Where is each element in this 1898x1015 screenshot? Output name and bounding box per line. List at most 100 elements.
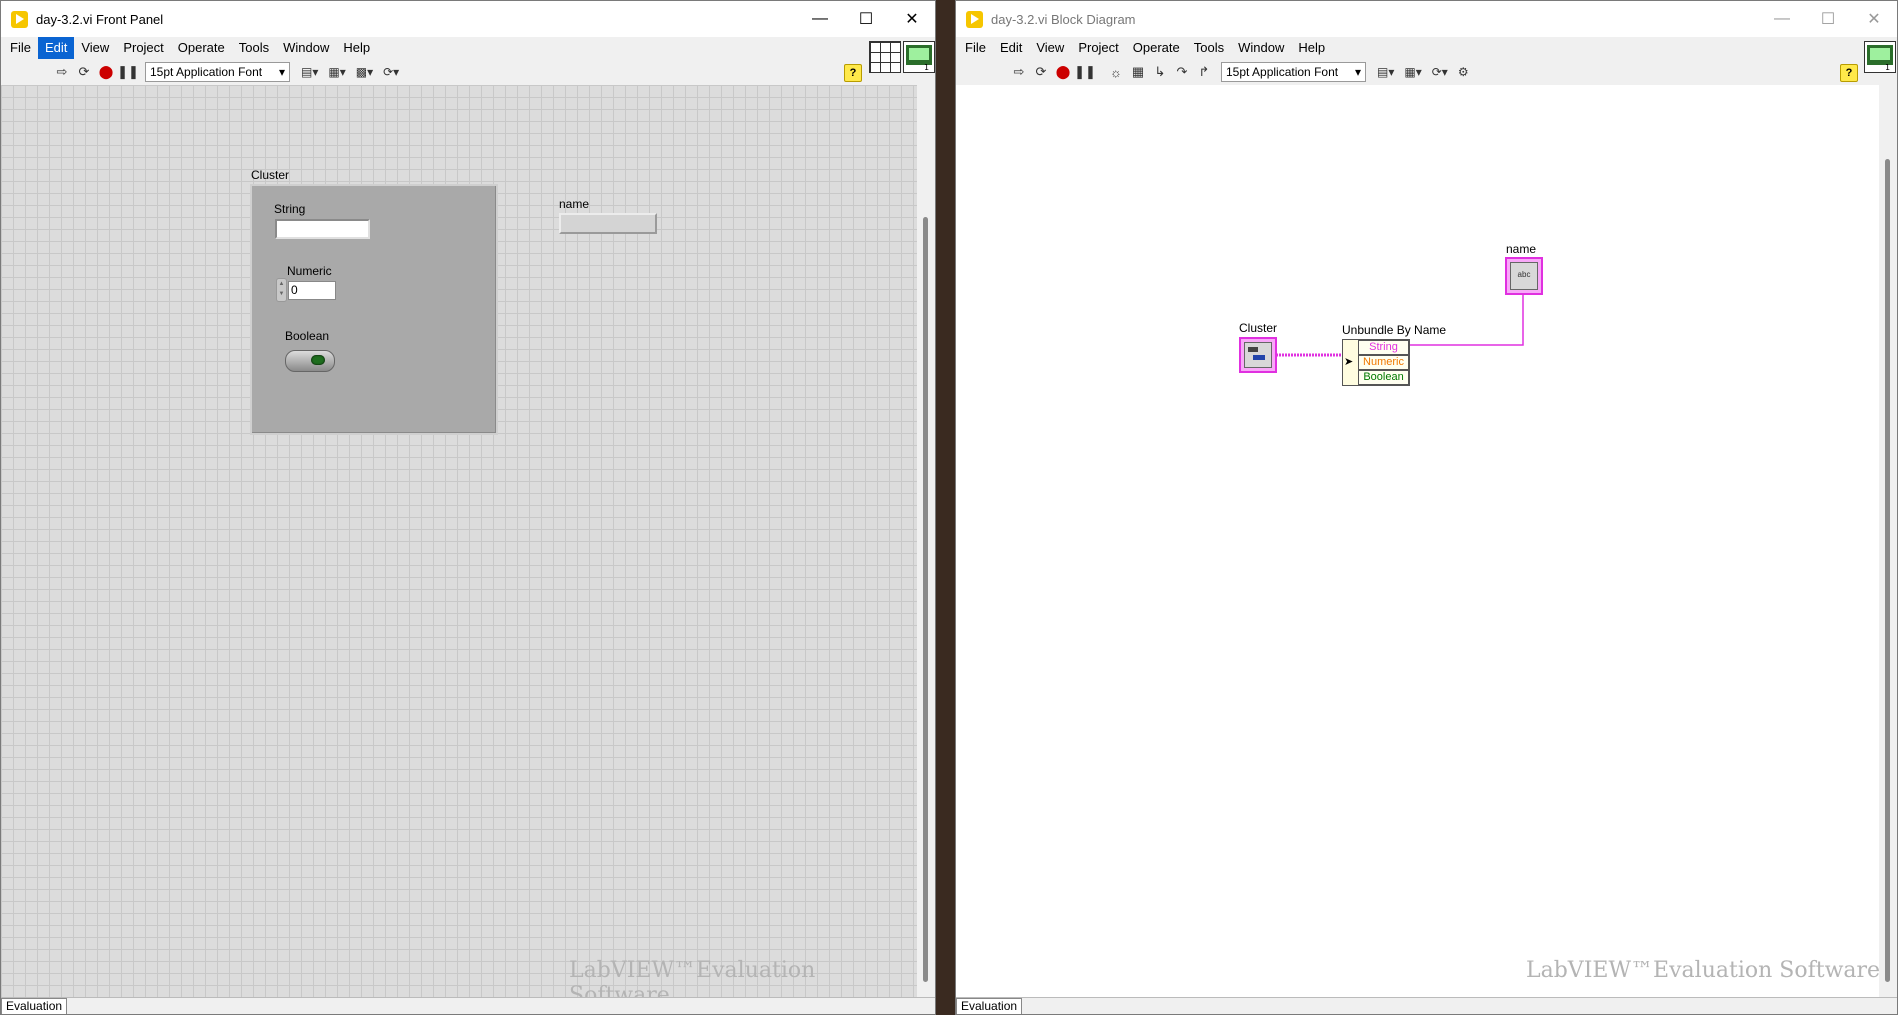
string-control[interactable] [275, 219, 370, 239]
evaluation-tab[interactable]: Evaluation [1, 998, 68, 1014]
vi-icon[interactable]: 1 [1864, 41, 1896, 73]
svg-text:1: 1 [924, 63, 929, 72]
minimize-icon[interactable]: — [797, 1, 843, 37]
align-icon[interactable]: ▤▾ [301, 65, 318, 79]
menu-view[interactable]: View [74, 37, 116, 59]
resize-icon[interactable]: ▩▾ [356, 65, 373, 79]
menu-help[interactable]: Help [336, 37, 377, 59]
front-panel-title: day-3.2.vi Front Panel [36, 11, 164, 27]
distribute-icon[interactable]: ▦▾ [328, 65, 345, 79]
font-select[interactable]: 15pt Application Font ▾ [145, 62, 290, 82]
block-diagram-menubar: File Edit View Project Operate Tools Win… [956, 37, 1897, 59]
front-panel-canvas[interactable]: Cluster String Numeric ▲ ▼ 0 Boolean name… [1, 85, 919, 1008]
menu-project[interactable]: Project [1071, 37, 1125, 59]
labview-app-icon [966, 10, 983, 28]
close-icon[interactable]: ✕ [1851, 1, 1897, 37]
connector-pane-icon[interactable] [869, 41, 901, 73]
front-panel-titlebar[interactable]: day-3.2.vi Front Panel — ☐ ✕ [1, 1, 935, 37]
numeric-increment-decrement[interactable]: ▲ ▼ [276, 278, 287, 302]
name-terminal-text: abc [1510, 262, 1538, 290]
boolean-switch[interactable] [285, 350, 335, 372]
menu-edit[interactable]: Edit [993, 37, 1029, 59]
front-panel-scroll-thumb[interactable] [923, 217, 928, 982]
menu-window[interactable]: Window [276, 37, 336, 59]
unbundle-by-name-node[interactable]: ➤ String Numeric Boolean [1342, 339, 1410, 386]
unbundle-input-arrow-icon: ➤ [1344, 356, 1354, 368]
menu-project[interactable]: Project [116, 37, 170, 59]
front-panel-toolbar: ⇨ ⟳ ⬤ ❚❚ 15pt Application Font ▾ ▤▾ ▦▾ ▩… [1, 59, 935, 86]
cluster-glyph-icon [1248, 347, 1265, 360]
menu-view[interactable]: View [1029, 37, 1071, 59]
block-diagram-toolbar: ⇨ ⟳ ⬤ ❚❚ ☼ ▦ ↳ ↷ ↱ 15pt Application Font… [956, 59, 1897, 86]
unbundle-element-string[interactable]: String [1358, 340, 1409, 355]
menu-operate[interactable]: Operate [171, 37, 232, 59]
abort-icon[interactable]: ⬤ [1053, 62, 1073, 82]
labview-app-icon [11, 10, 28, 28]
menu-tools[interactable]: Tools [1187, 37, 1231, 59]
window-controls: — ☐ ✕ [797, 1, 935, 37]
unbundle-element-numeric[interactable]: Numeric [1358, 355, 1409, 370]
unbundle-element-boolean[interactable]: Boolean [1358, 370, 1409, 385]
run-continuously-icon[interactable]: ⟳ [1031, 62, 1051, 82]
window-controls: — ☐ ✕ [1759, 1, 1897, 37]
retain-wire-values-icon[interactable]: ▦ [1128, 62, 1148, 82]
abort-icon[interactable]: ⬤ [96, 62, 116, 82]
menu-edit[interactable]: Edit [37, 37, 75, 59]
cluster-terminal-label: Cluster [1239, 321, 1278, 335]
reorder-icon[interactable]: ⟳▾ [383, 65, 399, 79]
block-diagram-vertical-scrollbar[interactable] [1879, 85, 1897, 1000]
evaluation-tab[interactable]: Evaluation [956, 998, 1023, 1014]
help-icon[interactable]: ? [1840, 64, 1858, 82]
block-diagram-window: day-3.2.vi Block Diagram — ☐ ✕ File Edit… [955, 0, 1898, 1015]
minimize-icon[interactable]: — [1759, 1, 1805, 37]
menu-operate[interactable]: Operate [1126, 37, 1187, 59]
front-panel-vertical-scrollbar[interactable] [917, 85, 935, 1000]
name-string-terminal[interactable]: abc [1505, 257, 1543, 295]
menu-file[interactable]: File [3, 37, 38, 59]
chevron-down-icon: ▾ [278, 65, 285, 79]
step-into-icon[interactable]: ↳ [1150, 62, 1170, 82]
distribute-icon[interactable]: ▦▾ [1404, 65, 1421, 79]
block-diagram-statusbar: Evaluation [956, 997, 1897, 1014]
string-wire[interactable] [1409, 295, 1524, 346]
reorder-icon[interactable]: ⟳▾ [1432, 65, 1448, 79]
block-diagram-scroll-thumb[interactable] [1885, 159, 1890, 982]
help-icon[interactable]: ? [844, 64, 862, 82]
menu-tools[interactable]: Tools [232, 37, 276, 59]
font-select[interactable]: 15pt Application Font ▾ [1221, 62, 1366, 82]
step-over-icon[interactable]: ↷ [1172, 62, 1192, 82]
highlight-execution-icon[interactable]: ☼ [1106, 62, 1126, 82]
step-out-icon[interactable]: ↱ [1194, 62, 1214, 82]
pause-icon[interactable]: ❚❚ [117, 62, 139, 82]
run-arrow-icon[interactable]: ⇨ [1009, 62, 1029, 82]
cleanup-icon[interactable]: ⚙ [1458, 65, 1469, 79]
align-icon[interactable]: ▤▾ [1377, 65, 1394, 79]
numeric-control[interactable]: 0 [288, 281, 336, 300]
vi-icon[interactable]: 1 [903, 41, 935, 73]
vi-icon-graphic: 1 [906, 45, 932, 72]
cluster-label: Cluster [251, 168, 290, 182]
block-diagram-titlebar[interactable]: day-3.2.vi Block Diagram — ☐ ✕ [956, 1, 1897, 37]
name-terminal-label: name [1506, 242, 1537, 256]
string-label: String [274, 202, 306, 216]
menu-file[interactable]: File [958, 37, 993, 59]
cluster-control[interactable]: String Numeric ▲ ▼ 0 Boolean [250, 184, 498, 435]
run-arrow-icon[interactable]: ⇨ [52, 62, 72, 82]
name-string-indicator[interactable] [559, 213, 657, 234]
maximize-icon[interactable]: ☐ [1805, 1, 1851, 37]
close-icon[interactable]: ✕ [889, 1, 935, 37]
front-panel-window: day-3.2.vi Front Panel — ☐ ✕ File Edit V… [0, 0, 936, 1015]
front-panel-statusbar: Evaluation [1, 997, 935, 1014]
pause-icon[interactable]: ❚❚ [1074, 62, 1096, 82]
menu-help[interactable]: Help [1291, 37, 1332, 59]
menu-window[interactable]: Window [1231, 37, 1291, 59]
evaluation-watermark: LabVIEW™Evaluation Software [1526, 958, 1881, 983]
cluster-terminal[interactable] [1239, 337, 1277, 373]
font-select-value: 15pt Application Font [150, 65, 263, 79]
font-select-value: 15pt Application Font [1226, 65, 1339, 79]
maximize-icon[interactable]: ☐ [843, 1, 889, 37]
run-continuously-icon[interactable]: ⟳ [74, 62, 94, 82]
block-diagram-canvas[interactable]: Cluster Unbundle By Name ➤ String Numeri… [956, 85, 1883, 1000]
boolean-led-icon [311, 355, 325, 365]
name-indicator-label: name [559, 197, 590, 211]
